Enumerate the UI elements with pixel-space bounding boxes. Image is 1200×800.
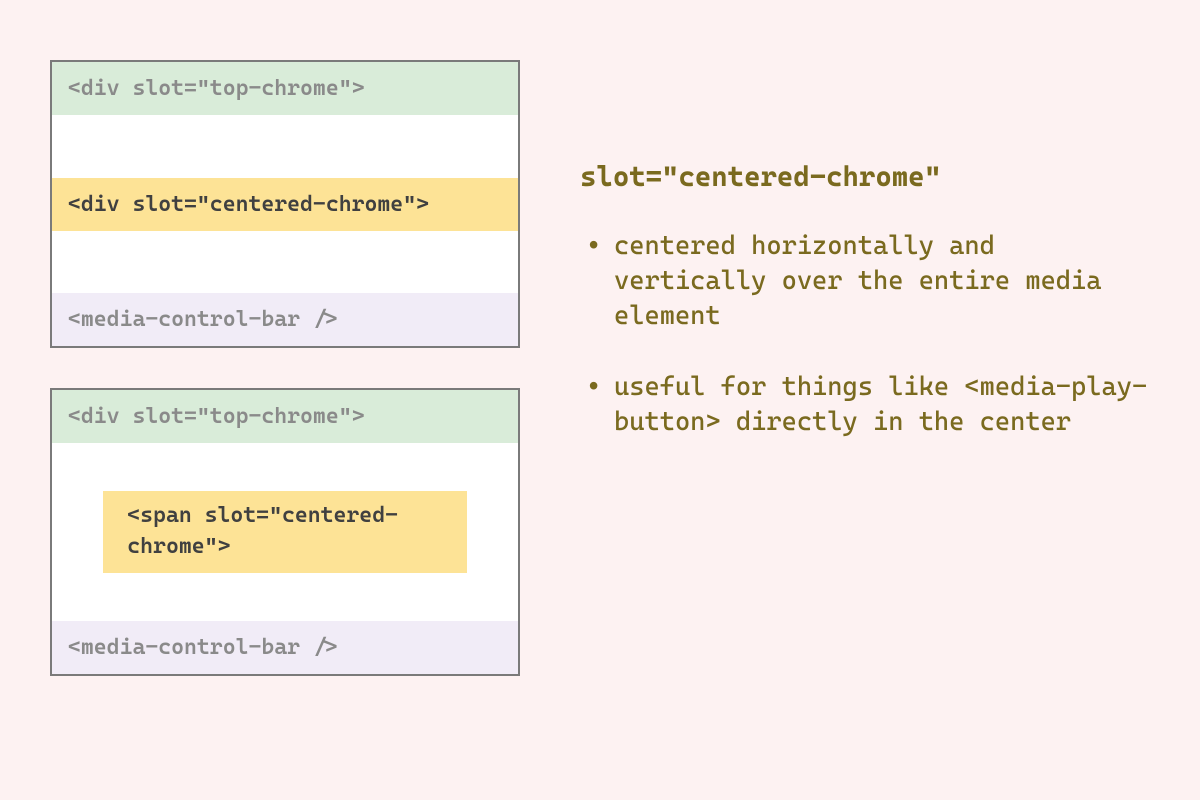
media-control-bar-row: <media-control-bar /> (52, 621, 518, 674)
gap-row (52, 115, 518, 178)
diagram-div-variant: <div slot="top-chrome"> <div slot="cente… (50, 60, 520, 348)
diagram-span-variant: <div slot="top-chrome"> <span slot="cent… (50, 388, 520, 676)
top-chrome-row: <div slot="top-chrome"> (52, 62, 518, 115)
gap-row (52, 231, 518, 294)
media-control-bar-row: <media-control-bar /> (52, 293, 518, 346)
diagrams-column: <div slot="top-chrome"> <div slot="cente… (50, 60, 520, 676)
centered-chrome-span: <span slot="centered-chrome"> (103, 491, 466, 573)
slot-heading: slot="centered-chrome" (580, 160, 1150, 193)
top-chrome-row: <div slot="top-chrome"> (52, 390, 518, 443)
centered-span-container: <span slot="centered-chrome"> (52, 443, 518, 621)
bullet-item: centered horizontally and vertically ove… (580, 229, 1150, 334)
text-column: slot="centered-chrome" centered horizont… (580, 60, 1150, 476)
centered-chrome-row-full: <div slot="centered-chrome"> (52, 178, 518, 231)
bullet-list: centered horizontally and vertically ove… (580, 229, 1150, 440)
bullet-item: useful for things like <media-play-butto… (580, 370, 1150, 440)
